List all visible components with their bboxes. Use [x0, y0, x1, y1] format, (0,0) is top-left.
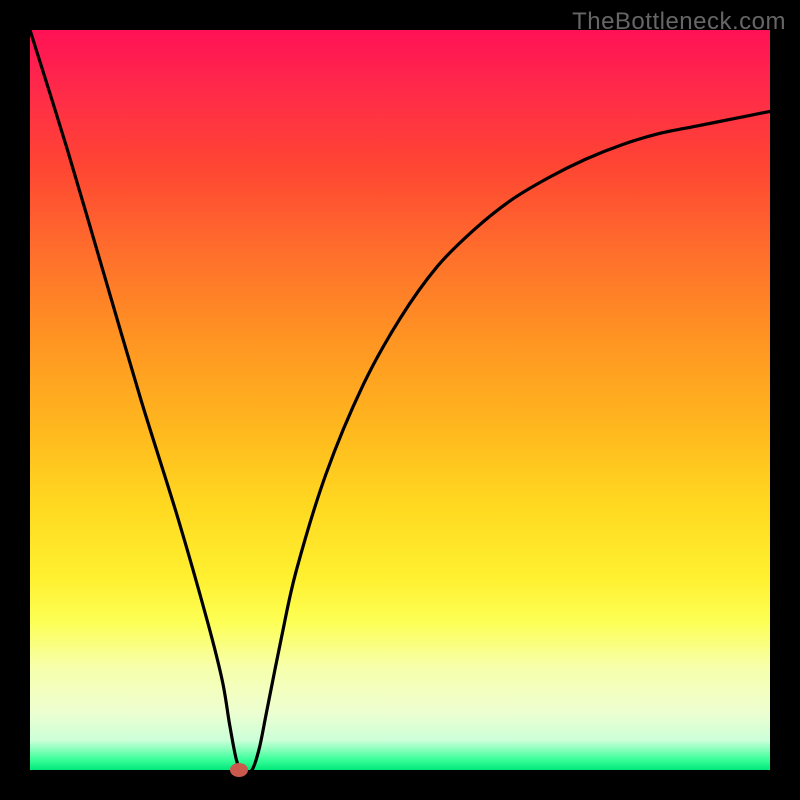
- bottleneck-curve-path: [30, 30, 770, 772]
- optimal-point-marker: [230, 763, 248, 777]
- chart-curve-svg: [30, 30, 770, 770]
- watermark-text: TheBottleneck.com: [572, 8, 786, 36]
- chart-plot-area: [30, 30, 770, 770]
